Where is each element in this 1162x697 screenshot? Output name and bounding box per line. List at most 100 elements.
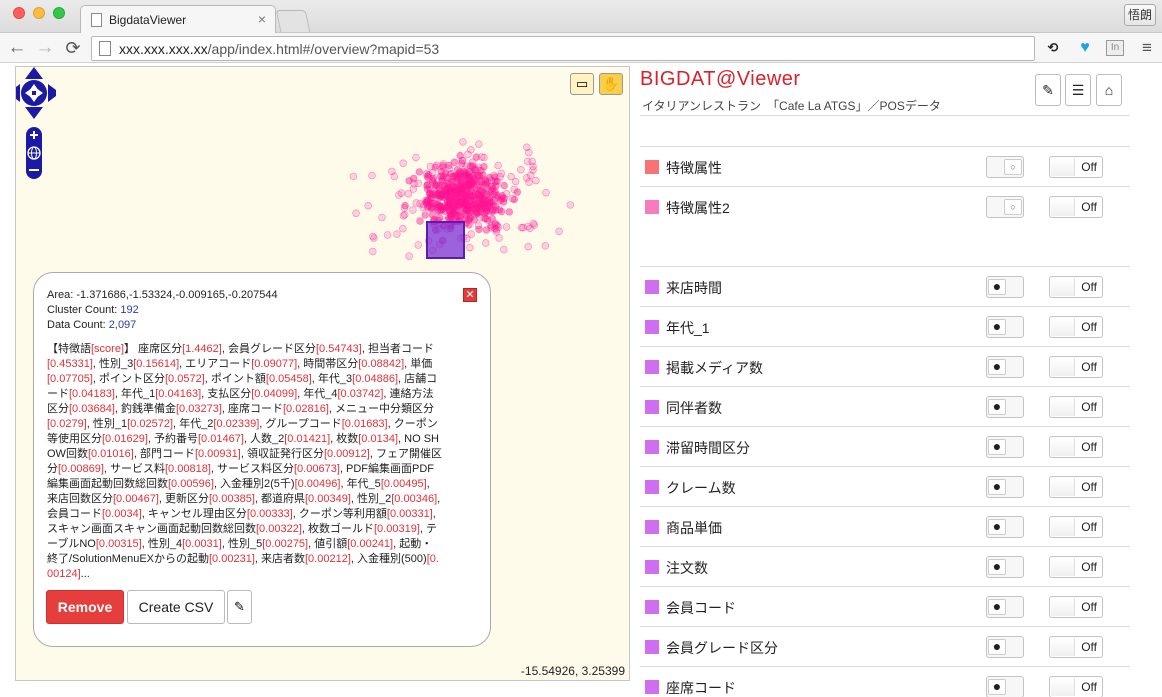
off-toggle[interactable]: Off	[1049, 276, 1103, 298]
selection-rectangle[interactable]	[426, 221, 465, 259]
menu-icon[interactable]: ≡	[1137, 38, 1157, 58]
off-toggle[interactable]: Off	[1049, 436, 1103, 458]
feature-score: [0.01421]	[284, 433, 331, 445]
list-icon[interactable]: ☰	[1065, 74, 1091, 106]
address-bar[interactable]: xxx.xxx.xxx.xx/app/index.html#/overview?…	[91, 36, 1035, 61]
attribute-row: 特徴属性2 ○ Off	[640, 186, 1130, 226]
shield-extension-icon[interactable]: ♥	[1075, 38, 1095, 58]
attribute-row: クレーム数 ● Off	[640, 466, 1130, 506]
home-icon[interactable]: ⌂	[1096, 74, 1122, 106]
forward-arrow-icon[interactable]: →	[34, 37, 56, 59]
radio-on-icon: ●	[988, 319, 1006, 335]
toggle-knob	[1051, 678, 1075, 696]
off-toggle[interactable]: Off	[1049, 156, 1103, 178]
linkedin-extension-icon[interactable]: In	[1106, 40, 1124, 56]
zoom-out-icon[interactable]	[29, 169, 39, 171]
feature-score: [0.01016]	[87, 448, 134, 460]
select-toggle[interactable]: ●	[986, 396, 1024, 418]
select-toggle[interactable]: ●	[986, 596, 1024, 618]
feature-score: [0.05458]	[265, 373, 312, 385]
off-toggle[interactable]: Off	[1049, 636, 1103, 658]
select-toggle[interactable]: ●	[986, 556, 1024, 578]
radio-on-icon: ●	[988, 639, 1006, 655]
select-toggle[interactable]: ●	[986, 636, 1024, 658]
feature-name: 釣銭準備金	[121, 403, 176, 415]
color-swatch[interactable]	[645, 640, 659, 654]
pan-arrows-icon[interactable]	[16, 67, 56, 119]
area-value: -1.371686,-1.53324,-0.009165,-0.207544	[76, 289, 278, 301]
feature-score: [0.00467]	[113, 493, 159, 505]
color-swatch[interactable]	[645, 400, 659, 414]
scatter-map[interactable]: ▭ ✋ Area: -1.371686,-1.53324,-0.009165,-…	[15, 66, 630, 681]
feature-name: 更新区分	[165, 493, 209, 505]
color-swatch[interactable]	[645, 280, 659, 294]
select-toggle[interactable]: ●	[986, 476, 1024, 498]
minimize-window-button[interactable]	[33, 7, 45, 19]
off-toggle[interactable]: Off	[1049, 476, 1103, 498]
select-area-tool-button[interactable]: ▭	[570, 73, 594, 95]
color-swatch[interactable]	[645, 160, 659, 174]
feature-name: 会員コード	[47, 508, 102, 520]
select-toggle[interactable]: ●	[986, 316, 1024, 338]
attribute-row: 同伴者数 ● Off	[640, 386, 1130, 426]
select-toggle[interactable]: ●	[986, 356, 1024, 378]
color-swatch[interactable]	[645, 440, 659, 454]
feature-score: [0.04163]	[155, 388, 202, 400]
map-navigation-control[interactable]	[16, 67, 56, 185]
reload-icon[interactable]: ⟳	[62, 37, 84, 59]
attribute-label: 来店時間	[666, 280, 722, 296]
attribute-row: 会員グレード区分 ● Off	[640, 626, 1130, 666]
color-swatch[interactable]	[645, 360, 659, 374]
off-toggle[interactable]: Off	[1049, 316, 1103, 338]
select-toggle[interactable]: ●	[986, 276, 1024, 298]
feature-name: 値引額	[314, 538, 348, 550]
edit-icon[interactable]: ✎	[1035, 74, 1061, 106]
close-icon[interactable]: ✕	[463, 288, 477, 302]
tab-close-icon[interactable]: ×	[258, 11, 266, 27]
toggle-knob	[1051, 558, 1075, 576]
url-text[interactable]: xxx.xxx.xxx.xx/app/index.html#/overview?…	[119, 41, 439, 57]
select-toggle[interactable]: ○	[986, 196, 1024, 218]
select-toggle[interactable]: ○	[986, 156, 1024, 178]
maximize-window-button[interactable]	[53, 7, 65, 19]
color-swatch[interactable]	[645, 680, 659, 694]
color-swatch[interactable]	[645, 200, 659, 214]
off-toggle[interactable]: Off	[1049, 556, 1103, 578]
data-point	[526, 224, 534, 233]
color-swatch[interactable]	[645, 320, 659, 334]
color-swatch[interactable]	[645, 600, 659, 614]
create-csv-button[interactable]: Create CSV	[127, 590, 225, 624]
data-point	[419, 203, 427, 211]
data-point	[541, 242, 549, 250]
hand-tool-icon[interactable]: ✋	[599, 73, 623, 95]
off-toggle[interactable]: Off	[1049, 596, 1103, 618]
off-toggle[interactable]: Off	[1049, 676, 1103, 697]
attribute-row: 特徴属性 ○ Off	[640, 146, 1130, 186]
select-toggle[interactable]: ●	[986, 516, 1024, 538]
color-swatch[interactable]	[645, 480, 659, 494]
select-toggle[interactable]: ●	[986, 676, 1024, 697]
edit-icon[interactable]: ✎	[227, 590, 252, 624]
off-toggle[interactable]: Off	[1049, 356, 1103, 378]
feature-name: 枚数ゴールド	[308, 523, 374, 535]
sync-extension-icon[interactable]: ⟲	[1043, 38, 1063, 58]
cluster-info: Area: -1.371686,-1.53324,-0.009165,-0.20…	[47, 288, 278, 333]
radio-on-icon: ●	[988, 679, 1006, 695]
remove-button[interactable]: Remove	[46, 590, 124, 624]
back-arrow-icon[interactable]: ←	[6, 37, 28, 59]
browser-tab[interactable]: BigdataViewer ×	[80, 5, 276, 34]
color-swatch[interactable]	[645, 560, 659, 574]
close-window-button[interactable]	[13, 7, 25, 19]
off-toggle[interactable]: Off	[1049, 196, 1103, 218]
cluster-count-value: 192	[120, 304, 139, 316]
feature-name: 都道府県	[261, 493, 305, 505]
off-toggle[interactable]: Off	[1049, 396, 1103, 418]
off-toggle[interactable]: Off	[1049, 516, 1103, 538]
profile-button[interactable]: 悟朗	[1124, 4, 1156, 26]
feature-score: [0.00385]	[209, 493, 255, 505]
new-tab-button[interactable]	[275, 10, 311, 32]
data-point	[405, 252, 413, 260]
data-point	[473, 165, 481, 174]
select-toggle[interactable]: ●	[986, 436, 1024, 458]
color-swatch[interactable]	[645, 520, 659, 534]
